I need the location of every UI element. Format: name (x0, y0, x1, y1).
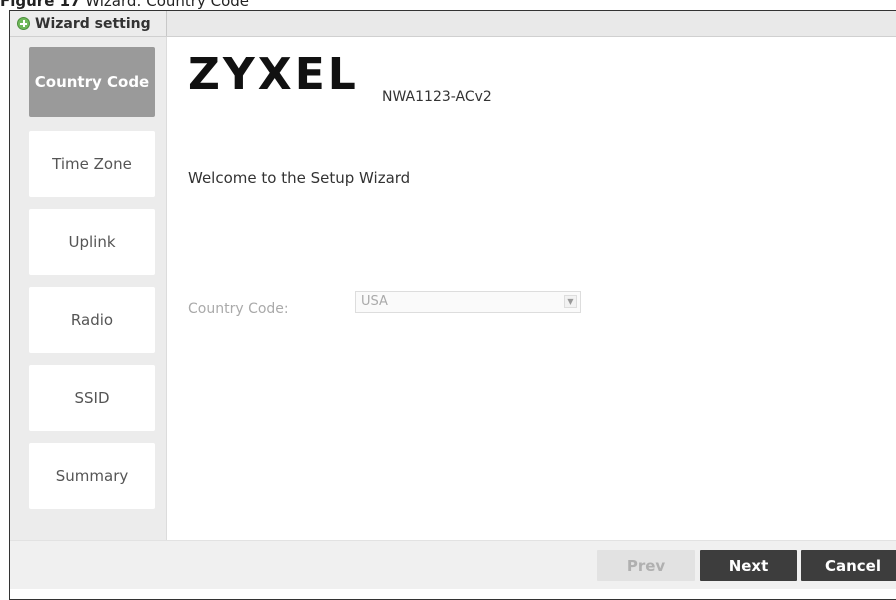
wizard-window: Wizard setting Country Code Time Zone Up… (9, 10, 896, 600)
title-tab: Wizard setting (10, 11, 167, 36)
plus-circle-icon (17, 17, 30, 30)
wizard-footer: Prev Next Cancel (10, 540, 896, 589)
figure-caption: Figure 17 Wizard: Country Code (0, 0, 249, 10)
step-time-zone[interactable]: Time Zone (29, 131, 155, 197)
step-country-code[interactable]: Country Code (29, 47, 155, 117)
country-code-label: Country Code: (188, 301, 289, 317)
country-code-select[interactable]: USA ▼ (355, 291, 581, 313)
chevron-down-icon[interactable]: ▼ (564, 295, 577, 308)
step-uplink[interactable]: Uplink (29, 209, 155, 275)
model-name: NWA1123-ACv2 (382, 89, 492, 105)
step-ssid[interactable]: SSID (29, 365, 155, 431)
figure-caption-label: Figure 17 (0, 0, 81, 10)
prev-button[interactable]: Prev (597, 550, 695, 581)
cancel-button[interactable]: Cancel (801, 550, 896, 581)
wizard-content: ZYXEL NWA1123-ACv2 Welcome to the Setup … (167, 37, 896, 540)
wizard-sidebar: Country Code Time Zone Uplink Radio SSID… (10, 37, 167, 540)
country-code-value: USA (361, 294, 388, 309)
brand-logo: ZYXEL (188, 49, 359, 100)
next-button[interactable]: Next (700, 550, 797, 581)
welcome-heading: Welcome to the Setup Wizard (188, 169, 411, 187)
figure-caption-text: Wizard: Country Code (85, 0, 250, 10)
step-radio[interactable]: Radio (29, 287, 155, 353)
window-title: Wizard setting (35, 15, 151, 32)
step-summary[interactable]: Summary (29, 443, 155, 509)
title-bar: Wizard setting (10, 11, 896, 37)
